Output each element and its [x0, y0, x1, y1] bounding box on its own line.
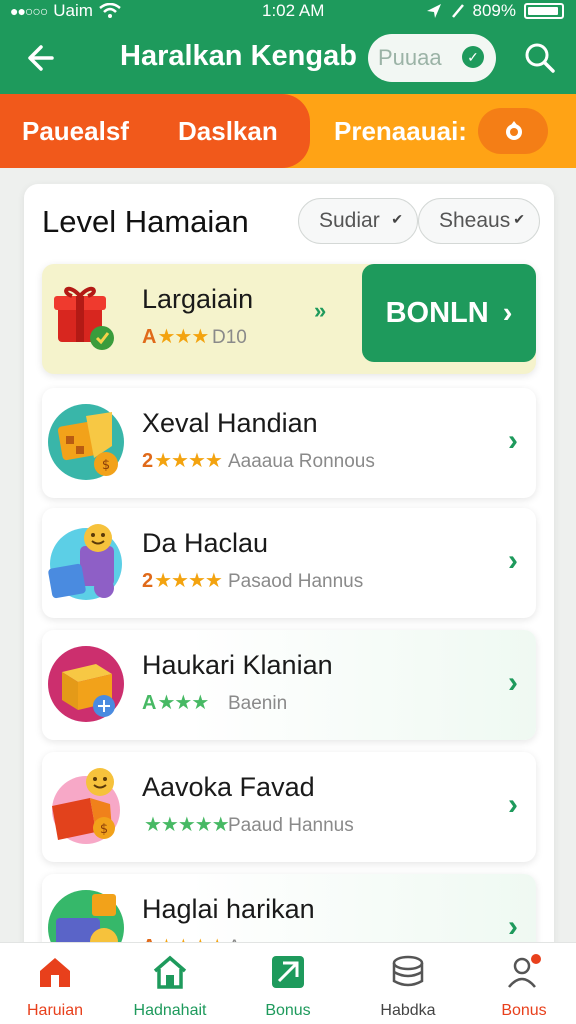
- nav-label: Habdka: [380, 1002, 436, 1019]
- filter-sheaus[interactable]: Sheaus ✔: [418, 198, 540, 244]
- filter-label: Sheaus: [439, 209, 511, 232]
- chevron-right-icon: ›: [508, 666, 518, 699]
- chevron-down-icon: ✔: [391, 211, 403, 227]
- tab-prenaauai[interactable]: Prenaauai:: [334, 116, 467, 147]
- smiley-box-icon: [48, 524, 122, 600]
- item-meta: Baenin: [228, 693, 288, 714]
- item-name: Haukari Klanian: [142, 650, 333, 680]
- chevron-right-icon: ›: [502, 296, 513, 329]
- nav-label: Bonus: [501, 1002, 547, 1019]
- clock: 1:02 AM: [262, 1, 325, 20]
- rating-stars: A ★★★: [142, 324, 209, 349]
- chevron-down-icon: ✔: [513, 211, 525, 227]
- alarm-icon: [451, 4, 464, 18]
- svg-text:$: $: [102, 458, 110, 473]
- status-bar: ●●○○○ Uaim 1:02 AM 809%: [0, 0, 576, 22]
- star-glyphs: ★★★: [157, 326, 209, 348]
- carrier-name: Uaim: [53, 1, 93, 20]
- list-item[interactable]: $ Aavoka Favad ★★★★★ Paaud Hannus ›: [42, 752, 536, 862]
- double-arrow-icon: »: [314, 298, 327, 323]
- item-meta: Pasaod Hannus: [228, 571, 364, 592]
- rating-prefix: 2: [142, 450, 153, 472]
- nav-label: Bonus: [265, 1002, 311, 1019]
- star-glyphs: ★★★: [157, 692, 209, 714]
- stack-icon: [392, 955, 424, 987]
- app-bar: Haralkan Kengab Puuaa ✓: [0, 22, 576, 94]
- gift-box-icon: [54, 286, 114, 350]
- item-meta: Aaaaua Ronnous: [228, 451, 375, 472]
- item-meta: Paaud Hannus: [228, 815, 354, 836]
- rating-prefix: A: [142, 326, 156, 348]
- rating-prefix: A: [142, 692, 156, 714]
- chevron-right-icon: ›: [508, 910, 518, 943]
- back-arrow-icon[interactable]: [22, 38, 62, 78]
- mode-selector[interactable]: Puuaa ✓: [368, 34, 496, 82]
- battery-icon: [524, 3, 564, 19]
- star-glyphs: ★★★★★: [144, 814, 230, 836]
- nav-bonus[interactable]: Bonus: [238, 953, 338, 1023]
- nav-habdka[interactable]: Habdka: [358, 953, 458, 1023]
- nav-home[interactable]: Haruian: [5, 953, 105, 1023]
- list-item-featured[interactable]: Largaiain A ★★★ D10 » BONLN ›: [42, 264, 536, 374]
- smiley-chest-icon: $: [52, 768, 120, 844]
- chat-bubble-button[interactable]: [478, 108, 548, 154]
- house-outline-icon: [153, 955, 187, 989]
- item-name: Xeval Handian: [142, 408, 318, 438]
- item-name: Largaiain: [142, 284, 254, 314]
- search-icon[interactable]: [520, 38, 560, 78]
- star-glyphs: ★★★★: [154, 450, 223, 472]
- mode-selector-label: Puuaa: [378, 45, 442, 70]
- nav-house[interactable]: Hadnahait: [120, 953, 220, 1023]
- tab-pauealsf[interactable]: Pauealsf: [22, 116, 129, 147]
- home-icon: [40, 958, 70, 987]
- nav-label: Haruian: [26, 1002, 84, 1019]
- cube-icon: $: [48, 404, 124, 480]
- item-name: Haglai harikan: [142, 894, 315, 924]
- bonus-button-label: BONLN: [385, 296, 489, 329]
- chevron-right-icon: ›: [508, 424, 518, 457]
- bonus-icon: [272, 956, 304, 988]
- section-title: Level Hamaian: [42, 204, 249, 239]
- star-glyphs: ★★★★: [154, 570, 223, 592]
- rating-stars: ★★★★★: [142, 812, 230, 837]
- item-name: Da Haclau: [142, 528, 269, 558]
- level-panel: Level Hamaian Sudiar ✔ Sheaus ✔ Largaiai…: [24, 184, 554, 964]
- bonus-button[interactable]: BONLN ›: [362, 264, 536, 362]
- list-item[interactable]: Da Haclau 2 ★★★★ Pasaod Hannus ›: [42, 508, 536, 618]
- rating-stars: 2 ★★★★: [142, 568, 223, 593]
- filter-label: Sudiar: [319, 209, 380, 232]
- item-meta: D10: [212, 327, 247, 348]
- nav-label: Hadnahait: [133, 1002, 207, 1019]
- bottom-nav: Haruian Hadnahait Bonus Habdka Bonus: [0, 942, 576, 1024]
- crate-icon: [48, 646, 124, 722]
- svg-text:$: $: [100, 822, 108, 837]
- location-icon: [426, 4, 441, 18]
- list-item[interactable]: Haukari Klanian A ★★★ Baenin ›: [42, 630, 536, 740]
- chevron-right-icon: ›: [508, 544, 518, 577]
- signal-dots-icon: ●●○○○: [10, 3, 48, 19]
- tab-daslkan[interactable]: Daslkan: [178, 116, 278, 147]
- rating-stars: A ★★★: [142, 690, 209, 715]
- flame-icon: [506, 121, 522, 140]
- chevron-right-icon: ›: [508, 788, 518, 821]
- user-icon: [508, 954, 541, 988]
- check-icon: ✓: [462, 46, 484, 68]
- filter-sudiar[interactable]: Sudiar ✔: [298, 198, 418, 244]
- rating-prefix: 2: [142, 570, 153, 592]
- rating-stars: 2 ★★★★: [142, 448, 223, 473]
- page-title: Haralkan Kengab: [120, 40, 357, 72]
- list-item[interactable]: $ Xeval Handian 2 ★★★★ Aaaaua Ronnous ›: [42, 388, 536, 498]
- battery-percent: 809%: [472, 1, 516, 20]
- item-name: Aavoka Favad: [142, 772, 315, 802]
- wifi-icon: [99, 3, 121, 18]
- nav-profile-bonus[interactable]: Bonus: [474, 953, 574, 1023]
- tab-bar: Pauealsf Daslkan Prenaauai:: [0, 94, 576, 168]
